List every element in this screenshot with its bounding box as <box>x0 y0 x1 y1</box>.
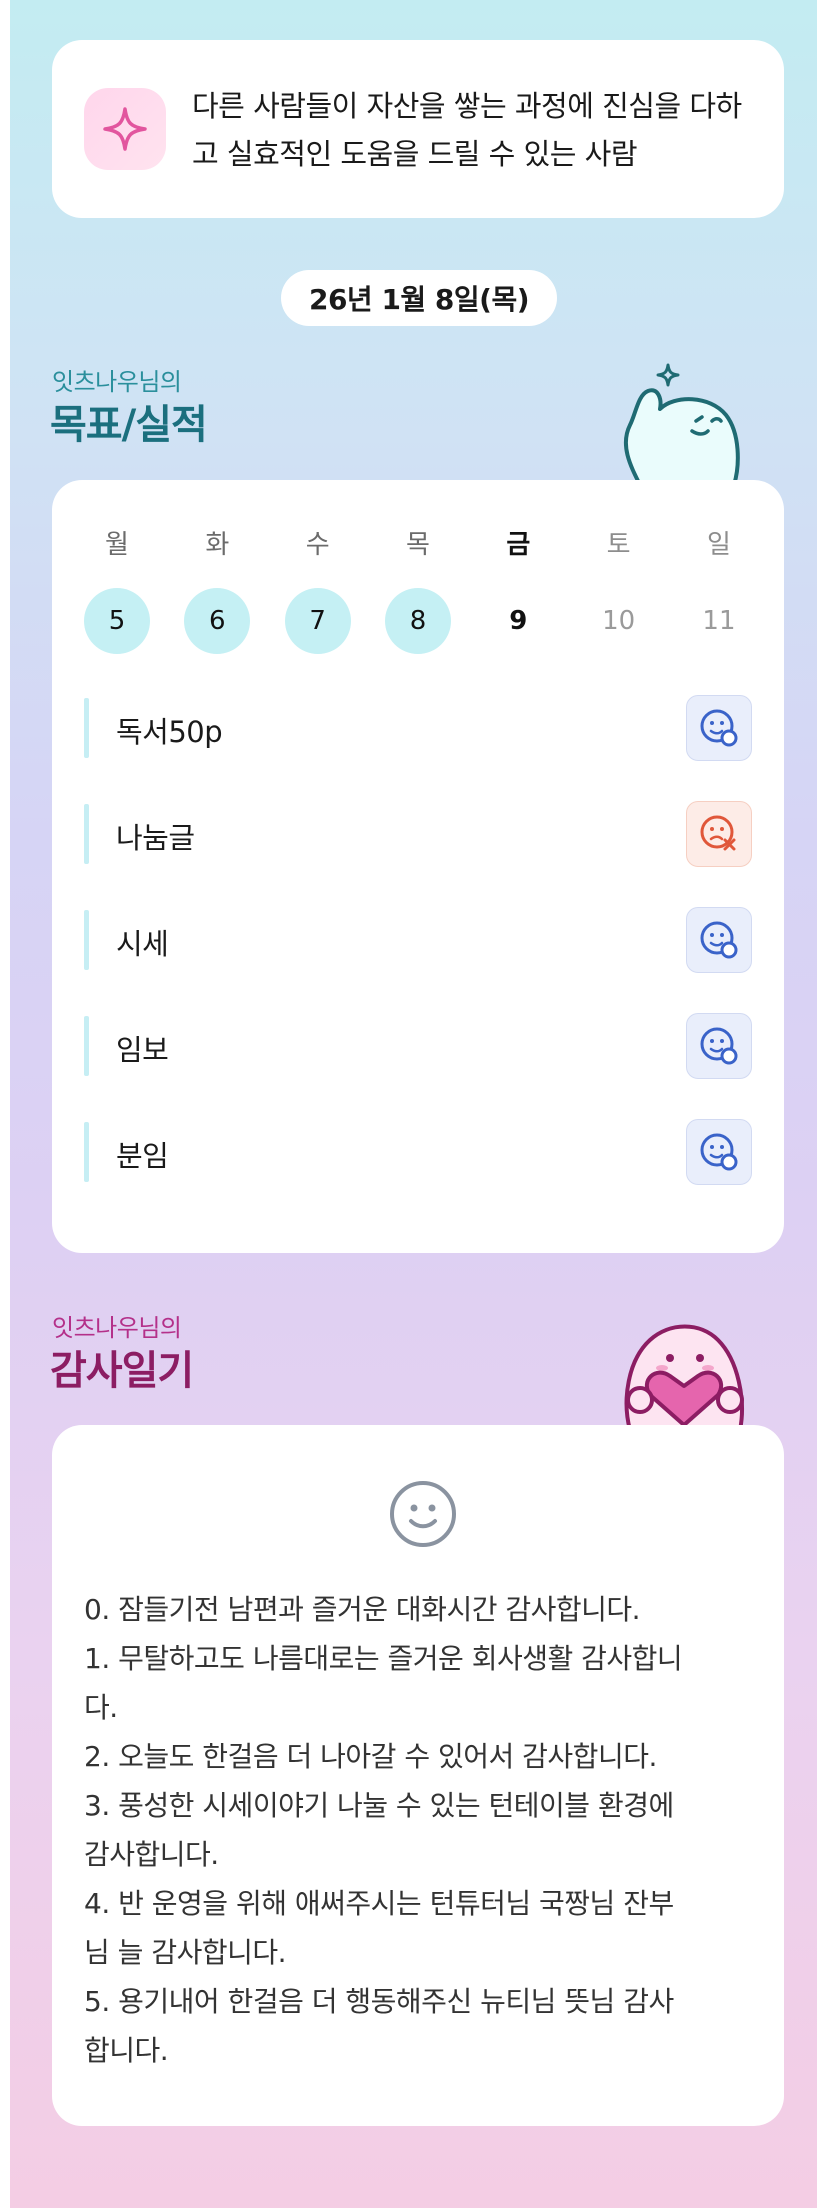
date-cell-10[interactable]: 10 <box>586 588 652 654</box>
gratitude-line: 감사합니다. <box>84 1838 219 1871</box>
gratitude-line: 1. 무탈하고도 나름대로는 즐거운 회사생활 감사합니 <box>84 1642 683 1675</box>
weekday-mon: 월 <box>105 530 129 560</box>
app-screen: 다른 사람들이 자산을 쌓는 과정에 진심을 다하고 실효적인 도움을 드릴 수… <box>10 0 817 2208</box>
goal-row[interactable]: 독서50p <box>84 695 752 761</box>
goal-name: 분임 <box>116 1139 169 1173</box>
date-cell-6[interactable]: 6 <box>184 588 251 654</box>
smile-check-icon[interactable] <box>686 695 752 761</box>
mission-card: 다른 사람들이 자산을 쌓는 과정에 진심을 다하고 실효적인 도움을 드릴 수… <box>52 40 784 218</box>
gratitude-line: 5. 용기내어 한걸음 더 행동해주신 뉴티님 뜻님 감사 <box>84 1985 674 2018</box>
mascot-heart-icon <box>624 1324 744 1430</box>
gratitude-line: 2. 오늘도 한걸음 더 나아갈 수 있어서 감사합니다. <box>84 1740 657 1773</box>
goal-row[interactable]: 시세 <box>84 907 752 973</box>
goal-marker <box>84 1122 89 1182</box>
sad-x-icon[interactable] <box>686 801 752 867</box>
weekday-thu: 목 <box>406 530 430 560</box>
goal-row[interactable]: 나눔글 <box>84 801 752 867</box>
weekday-fri: 금 <box>506 530 531 560</box>
goal-marker <box>84 910 89 970</box>
smile-check-icon[interactable] <box>686 907 752 973</box>
smile-face-icon <box>390 1481 456 1547</box>
week-dates: 5 6 7 8 9 10 11 <box>84 588 752 654</box>
gratitude-line: 4. 반 운영을 위해 애써주시는 턴튜터님 국짱님 잔부 <box>84 1887 674 1920</box>
gratitude-line: 다. <box>84 1691 118 1724</box>
goal-marker <box>84 1016 89 1076</box>
goal-name: 독서50p <box>116 715 223 749</box>
goal-marker <box>84 698 89 758</box>
weekday-sat: 토 <box>606 530 631 560</box>
goal-row[interactable]: 임보 <box>84 1013 752 1079</box>
date-label[interactable]: 26년 1월 8일(목) <box>281 270 557 326</box>
goals-card: 월 화 수 목 금 토 일 5 6 7 8 9 10 11 독서50p 나눔글 <box>52 480 784 1253</box>
gratitude-line: 0. 잠들기전 남편과 즐거운 대화시간 감사합니다. <box>84 1593 641 1626</box>
thanks-section-title: 감사일기 <box>50 1348 194 1394</box>
mission-statement: 다른 사람들이 자산을 쌓는 과정에 진심을 다하고 실효적인 도움을 드릴 수… <box>192 89 742 171</box>
gratitude-journal-card: 0. 잠들기전 남편과 즐거운 대화시간 감사합니다. 1. 무탈하고도 나름대… <box>52 1425 784 2126</box>
goals-section-title: 목표/실적 <box>50 402 208 448</box>
goal-name: 시세 <box>116 927 169 961</box>
goal-marker <box>84 804 89 864</box>
weekday-tue: 화 <box>205 530 230 560</box>
mascot-cheer-icon <box>623 363 740 485</box>
goal-row[interactable]: 분임 <box>84 1119 752 1185</box>
gratitude-line: 3. 풍성한 시세이야기 나눌 수 있는 턴테이블 환경에 <box>84 1789 674 1822</box>
smile-check-icon[interactable] <box>686 1013 752 1079</box>
date-cell-5[interactable]: 5 <box>84 588 150 654</box>
weekday-wed: 수 <box>305 530 330 560</box>
weekday-header: 월 화 수 목 금 토 일 <box>84 524 752 561</box>
date-cell-9[interactable]: 9 <box>485 588 551 654</box>
gratitude-entries: 0. 잠들기전 남편과 즐거운 대화시간 감사합니다. 1. 무탈하고도 나름대… <box>84 1585 764 2075</box>
sparkle-icon <box>84 88 166 170</box>
date-cell-7[interactable]: 7 <box>284 588 351 654</box>
smile-check-icon[interactable] <box>686 1119 752 1185</box>
weekday-sun: 일 <box>707 530 731 560</box>
gratitude-line: 합니다. <box>84 2034 169 2067</box>
goal-name: 임보 <box>116 1033 169 1067</box>
date-cell-11[interactable]: 11 <box>686 588 752 654</box>
goal-name: 나눔글 <box>116 821 195 855</box>
date-cell-8[interactable]: 8 <box>384 588 451 654</box>
gratitude-line: 님 늘 감사합니다. <box>84 1936 287 1969</box>
